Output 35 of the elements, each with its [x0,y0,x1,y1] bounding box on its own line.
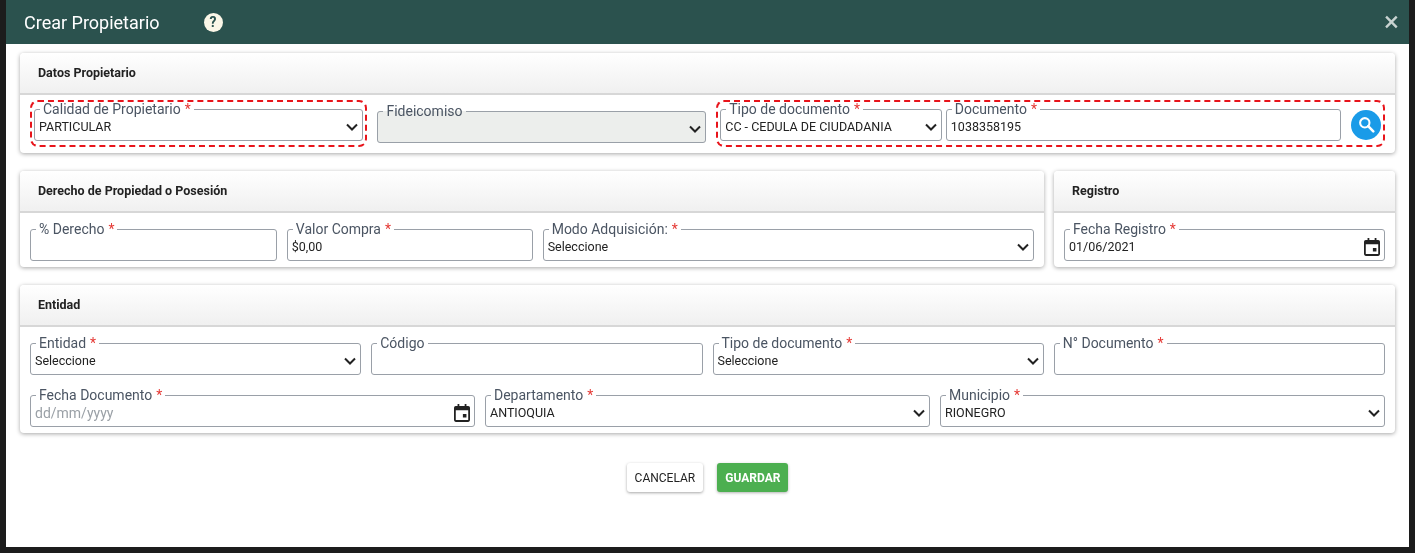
select-field[interactable]: Entidad * Seleccione [30,336,362,375]
select-field[interactable]: Municipio * RIONEGRO [940,388,1385,427]
panel-title: Registro [1072,181,1120,200]
panel-title: Datos Propietario [38,63,136,82]
dialog-title: Crear Propietario [24,10,160,35]
select-field[interactable]: Modo Adquisición: * Seleccione [542,222,1034,261]
select-field[interactable]: Departamento * ANTIOQUIA [485,388,930,427]
chevron-down-icon [924,122,937,131]
panel-title: Derecho de Propiedad o Posesión [38,181,228,200]
panel-title: Entidad [38,295,81,314]
date-field[interactable]: Fecha Registro * 01/06/2021 [1064,222,1385,261]
input-field[interactable]: Valor Compra * $0,00 [286,222,533,261]
input-field[interactable]: Código [371,336,703,375]
chevron-down-icon [1368,408,1380,417]
help-button[interactable]: ? [203,12,223,32]
select-field[interactable]: Tipo de documento * Seleccione [712,336,1044,375]
input-field[interactable]: % Derecho * [30,222,277,261]
input-field[interactable]: N° Documento * [1053,336,1385,375]
select-field: Fideicomiso [377,104,707,143]
chevron-down-icon [344,356,357,365]
chevron-down-icon [913,408,925,417]
chevron-down-icon [1026,356,1039,365]
chevron-down-icon [1017,242,1029,251]
search-button[interactable] [1351,109,1381,140]
select-field[interactable]: Tipo de documento * CC - CEDULA DE CIUDADANIA [720,102,942,141]
calendar-icon[interactable] [454,403,470,422]
input-field[interactable]: Documento * 1038358195 [945,102,1341,141]
cancel-button[interactable]: CANCELAR [626,463,704,492]
chevron-down-icon [346,122,359,131]
close-button[interactable]: × [1384,8,1399,36]
chevron-down-icon [689,124,702,133]
date-field[interactable]: Fecha Documento * dd/mm/yyyy [30,388,475,427]
search-icon [1357,116,1375,133]
calendar-icon[interactable] [1364,237,1380,256]
select-field[interactable]: Calidad de Propietario * PARTICULAR [34,102,364,141]
